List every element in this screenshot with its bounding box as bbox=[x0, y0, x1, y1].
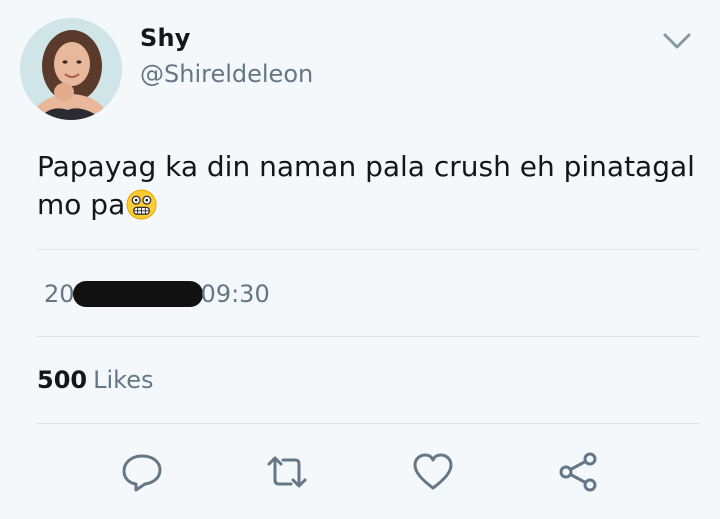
user-handle[interactable]: @Shireldeleon bbox=[140, 60, 313, 88]
reply-icon bbox=[122, 454, 162, 492]
likes-stat[interactable]: 500 Likes bbox=[37, 366, 153, 394]
reply-button[interactable] bbox=[120, 450, 164, 494]
likes-label: Likes bbox=[93, 366, 154, 394]
share-button[interactable] bbox=[556, 450, 600, 494]
divider bbox=[36, 423, 700, 424]
likes-count: 500 bbox=[37, 366, 88, 394]
retweet-icon bbox=[267, 456, 307, 488]
avatar[interactable] bbox=[20, 18, 122, 120]
timestamp-date-start: 20 bbox=[44, 280, 75, 308]
tweet-detail: Shy @Shireldeleon Papayag ka din naman p… bbox=[0, 0, 720, 519]
display-name[interactable]: Shy bbox=[140, 24, 191, 52]
chevron-down-icon[interactable] bbox=[660, 28, 694, 54]
divider bbox=[36, 249, 700, 250]
tweet-text: Papayag ka din naman pala crush eh pinat… bbox=[37, 148, 702, 224]
profile-photo-icon bbox=[20, 18, 122, 120]
timestamp-time: 09:30 bbox=[200, 280, 270, 308]
share-icon bbox=[559, 452, 597, 492]
like-button[interactable] bbox=[411, 450, 455, 494]
timestamp[interactable]: 20 09:30 bbox=[44, 280, 270, 308]
redaction-mark bbox=[72, 281, 203, 307]
divider bbox=[36, 336, 700, 337]
grimacing-face-emoji-icon bbox=[126, 189, 157, 220]
retweet-button[interactable] bbox=[265, 450, 309, 494]
heart-icon bbox=[413, 453, 453, 490]
